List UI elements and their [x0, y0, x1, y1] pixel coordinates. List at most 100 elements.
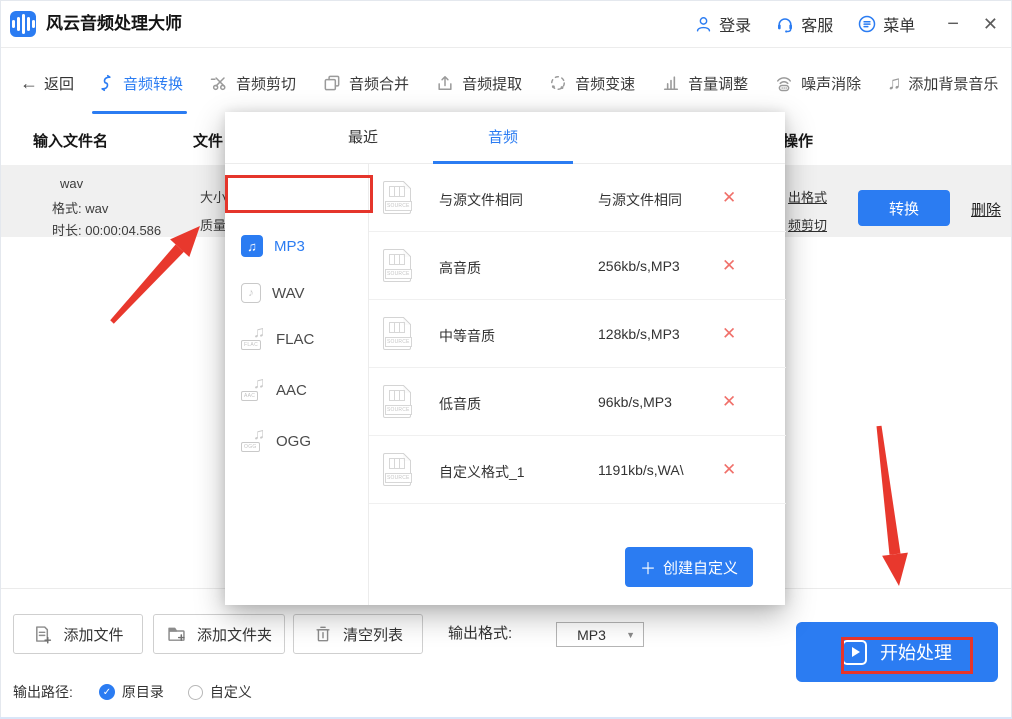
play-icon: [842, 640, 867, 665]
ogg-note-icon: ♫ OGG: [241, 429, 265, 453]
preset-row-same-as-source[interactable]: SOURCE 与源文件相同 与源文件相同 ✕: [369, 164, 786, 232]
preset-value: 与源文件相同: [598, 190, 682, 210]
preset-row-high-quality[interactable]: SOURCE 高音质 256kb/s,MP3 ✕: [369, 232, 786, 300]
back-button[interactable]: ← 返回: [20, 73, 74, 94]
preset-name: 中等音质: [439, 326, 495, 346]
tab-volume-adjust[interactable]: 音量调整: [661, 48, 748, 118]
back-arrow-icon: ←: [20, 73, 38, 94]
clear-list-button[interactable]: 清空列表: [293, 614, 423, 654]
output-format-select[interactable]: MP3 ▼: [556, 622, 644, 647]
overlap-squares-icon: [322, 73, 342, 93]
tab-label: 噪声消除: [801, 73, 861, 94]
source-file-icon: SOURCE: [383, 249, 411, 282]
format-label: OGG: [276, 433, 311, 450]
tab-add-background-music[interactable]: ♫ 添加背景音乐: [887, 48, 998, 118]
delete-preset-x-icon[interactable]: ✕: [722, 256, 736, 276]
format-item-wav[interactable]: ♪ WAV: [225, 274, 368, 312]
feature-toolbar: ← 返回 音频转换 音频剪切: [0, 48, 1012, 118]
add-folder-button[interactable]: 添加文件夹: [153, 614, 285, 654]
source-file-icon: SOURCE: [383, 181, 411, 214]
tab-audio-merge[interactable]: 音频合并: [322, 48, 409, 118]
create-custom-button[interactable]: ＋ 创建自定义: [625, 547, 753, 587]
mp3-note-icon: ♫: [241, 235, 263, 257]
radio-custom-directory[interactable]: 自定义: [188, 682, 252, 702]
preset-name: 与源文件相同: [439, 190, 523, 210]
preset-row-low-quality[interactable]: SOURCE 低音质 96kb/s,MP3 ✕: [369, 368, 786, 436]
file-size-label: 大小: [200, 187, 226, 206]
preset-name: 低音质: [439, 394, 481, 414]
format-item-ogg[interactable]: ♫ OGG OGG: [225, 422, 368, 460]
tab-audio-speed[interactable]: 音频变速: [548, 48, 635, 118]
format-label: MP3: [274, 238, 305, 255]
export-tray-icon: [435, 73, 455, 93]
output-path-label: 输出路径:: [13, 682, 73, 702]
tab-audio-cut[interactable]: 音频剪切: [209, 48, 296, 118]
format-item-flac[interactable]: ♫ FLAC FLAC: [225, 320, 368, 358]
file-quality-label: 质量: [200, 215, 226, 234]
tab-audio-extract[interactable]: 音频提取: [435, 48, 522, 118]
format-label: WAV: [272, 285, 305, 302]
login-button[interactable]: 登录: [694, 12, 751, 36]
file-duration: 时长: 00:00:04.586: [52, 220, 161, 239]
radio-checked-icon: ✓: [99, 684, 115, 700]
menu-button[interactable]: 菜单: [857, 12, 915, 36]
preset-value: 1191kb/s,WA\: [598, 462, 684, 478]
noise-waves-icon: [774, 73, 794, 93]
start-processing-button[interactable]: 开始处理: [796, 622, 998, 682]
audio-cut-link[interactable]: 频剪切: [788, 215, 827, 234]
wav-note-icon: ♪: [241, 283, 261, 303]
preset-row-medium-quality[interactable]: SOURCE 中等音质 128kb/s,MP3 ✕: [369, 300, 786, 368]
format-item-aac[interactable]: ♫ AAC AAC: [225, 371, 368, 409]
preset-value: 128kb/s,MP3: [598, 326, 680, 342]
column-header-fileinfo: 文件: [193, 118, 223, 165]
add-file-button[interactable]: 添加文件: [13, 614, 143, 654]
app-logo-waveform-icon: [10, 11, 36, 37]
radio-label: 原目录: [122, 682, 164, 702]
file-format: 格式: wav: [52, 198, 108, 217]
tab-label: 音频变速: [575, 73, 635, 94]
menu-label: 菜单: [883, 12, 915, 36]
convert-button[interactable]: 转换: [858, 190, 950, 226]
music-note-icon: ♫: [887, 74, 901, 93]
delete-preset-x-icon[interactable]: ✕: [722, 324, 736, 344]
tab-label: 音量调整: [688, 73, 748, 94]
format-item-mp3[interactable]: ♫ MP3: [225, 227, 368, 265]
column-header-filename: 输入文件名: [33, 118, 108, 165]
popup-tab-recent[interactable]: 最近: [293, 112, 433, 163]
output-format-value: MP3: [557, 627, 626, 643]
annotation-arrow-head: [882, 553, 908, 586]
add-file-icon: [32, 624, 53, 645]
radio-original-directory[interactable]: ✓ 原目录: [99, 682, 164, 702]
delete-preset-x-icon[interactable]: ✕: [722, 392, 736, 412]
tab-audio-convert[interactable]: 音频转换: [96, 48, 183, 118]
format-preset-popup: 最近 音频 ♫ MP3 ♪ WAV ♫ FLAC FLAC ♫ AAC AAC: [225, 112, 785, 605]
delete-preset-x-icon[interactable]: ✕: [722, 460, 736, 480]
popup-tab-audio[interactable]: 音频: [433, 112, 573, 163]
delete-link[interactable]: 删除: [971, 199, 1001, 220]
preset-value: 96kb/s,MP3: [598, 394, 672, 410]
source-file-icon: SOURCE: [383, 385, 411, 418]
headset-icon: [775, 14, 795, 34]
preset-value: 256kb/s,MP3: [598, 258, 680, 274]
preset-list: SOURCE 与源文件相同 与源文件相同 ✕ SOURCE 高音质 256kb/…: [368, 164, 785, 605]
tab-label: 音频合并: [349, 73, 409, 94]
trash-icon: [313, 624, 333, 644]
support-button[interactable]: 客服: [775, 12, 833, 36]
radio-label: 自定义: [210, 682, 252, 702]
login-label: 登录: [719, 12, 751, 36]
preset-row-custom-format-1[interactable]: SOURCE 自定义格式_1 1191kb/s,WA\ ✕: [369, 436, 786, 504]
output-format-link[interactable]: 出格式: [788, 187, 827, 206]
app-title: 风云音频处理大师: [46, 0, 182, 48]
aac-note-icon: ♫ AAC: [241, 378, 265, 402]
format-list: ♫ MP3 ♪ WAV ♫ FLAC FLAC ♫ AAC AAC ♫ OGG: [225, 164, 368, 605]
tab-noise-removal[interactable]: 噪声消除: [774, 48, 861, 118]
chevron-down-icon: ▼: [626, 630, 635, 640]
user-icon: [694, 15, 713, 34]
format-label: AAC: [276, 382, 307, 399]
add-folder-icon: [166, 624, 187, 645]
close-button[interactable]: ✕: [983, 15, 998, 33]
clear-list-label: 清空列表: [343, 624, 403, 645]
delete-preset-x-icon[interactable]: ✕: [722, 188, 736, 208]
add-file-label: 添加文件: [63, 624, 123, 645]
minimize-button[interactable]: −: [947, 14, 959, 34]
